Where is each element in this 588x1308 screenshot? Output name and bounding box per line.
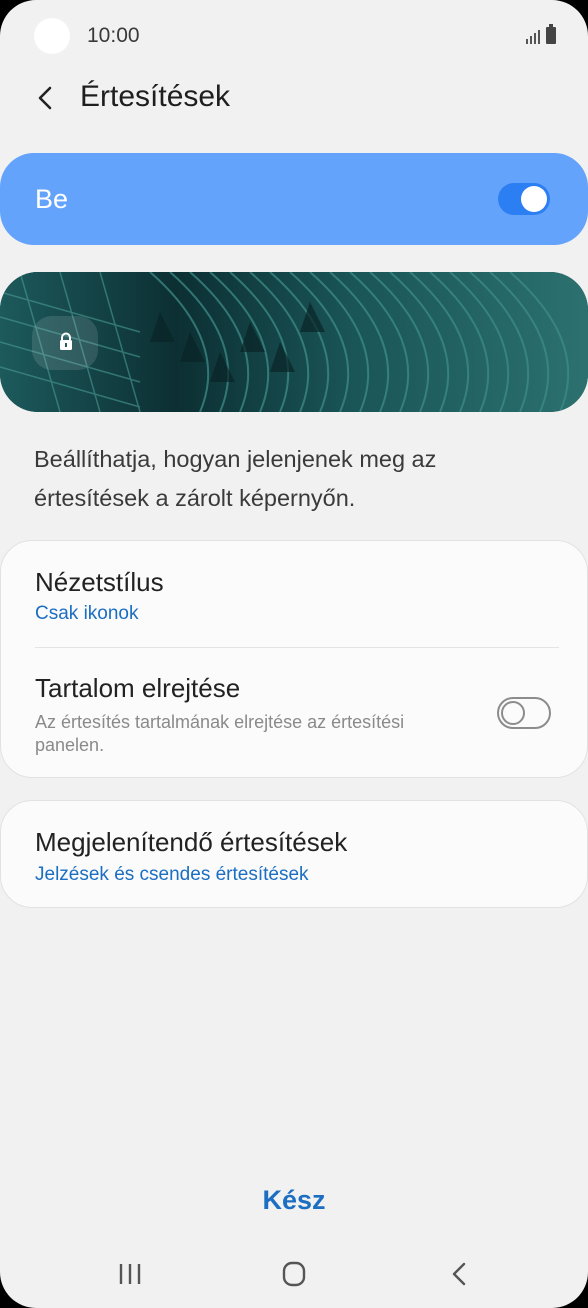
divider: [35, 647, 559, 648]
hide-content-toggle[interactable]: [497, 697, 551, 729]
signal-icon: [526, 28, 540, 44]
status-icons: [526, 24, 556, 44]
hide-content-title[interactable]: Tartalom elrejtése: [35, 673, 240, 704]
notifications-to-show-value[interactable]: Jelzések és csendes értesítések: [35, 864, 309, 886]
status-time: 10:00: [87, 24, 140, 47]
battery-icon: [546, 24, 556, 44]
toggle-knob: [521, 186, 547, 212]
status-bar: 10:00: [0, 0, 588, 72]
page-title: Értesítések: [80, 80, 231, 113]
app-header: Értesítések: [0, 70, 588, 126]
home-icon[interactable]: [264, 1256, 324, 1292]
recents-icon[interactable]: [100, 1256, 160, 1292]
settings-card: Nézetstílus Csak ikonok Tartalom elrejté…: [0, 540, 588, 778]
notifications-to-show-card[interactable]: Megjelenítendő értesítések Jelzések és c…: [0, 800, 588, 908]
lock-icon: [60, 332, 72, 350]
done-button[interactable]: Kész: [224, 1176, 364, 1224]
toggle-knob: [501, 701, 525, 725]
phone-screen: 10:00 Értesítések Be Beállíthatja, hogya…: [0, 0, 588, 1308]
navigation-bar: [0, 1236, 588, 1308]
master-toggle[interactable]: [498, 183, 550, 215]
description-text: Beállíthatja, hogyan jelenjenek meg az é…: [34, 446, 437, 511]
view-style-value[interactable]: Csak ikonok: [35, 603, 139, 625]
front-camera: [34, 18, 70, 54]
master-switch-bar[interactable]: Be: [0, 153, 588, 245]
hide-content-subtitle: Az értesítés tartalmának elrejtése az ér…: [35, 712, 405, 755]
notifications-to-show-title[interactable]: Megjelenítendő értesítések: [35, 827, 347, 858]
master-switch-label: Be: [35, 184, 69, 214]
view-style-title[interactable]: Nézetstílus: [35, 567, 164, 598]
back-icon[interactable]: [30, 82, 62, 114]
nav-back-icon[interactable]: [430, 1256, 490, 1292]
